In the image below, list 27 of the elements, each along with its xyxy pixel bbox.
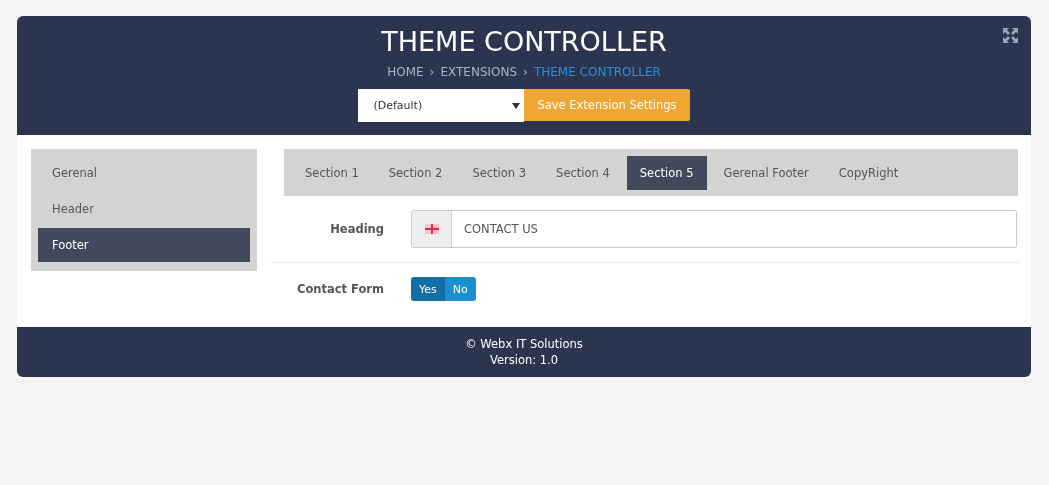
tab[interactable]: Section 4 [543,155,623,190]
toggle-option[interactable]: No [444,277,476,301]
tab[interactable]: CopyRight [825,155,912,190]
breadcrumb-link[interactable]: EXTENSIONS [440,65,518,79]
field-label: Heading [329,222,384,236]
tab[interactable]: Section 3 [459,155,540,190]
tab[interactable]: Gerenal Footer [710,155,822,190]
field-label: Contact Form [295,282,384,296]
tab[interactable]: Section 1 [292,155,372,190]
breadcrumb-link[interactable]: THEME CONTROLLER [533,65,661,79]
sidebar-item[interactable]: Footer [38,228,250,262]
tab[interactable]: Section 2 [375,155,456,190]
breadcrumb-link[interactable]: HOME [387,65,424,79]
sidebar-item[interactable]: Header [38,192,250,226]
page-title: THEME CONTROLLER [381,25,667,59]
theme-select[interactable]: (Default) [358,89,525,122]
heading-input[interactable]: CONTACT US [411,210,1017,248]
caret-icon [512,102,521,109]
toggle-option[interactable]: Yes [411,277,445,301]
fullscreen-icon[interactable] [1003,28,1018,43]
sidebar-item[interactable]: Gerenal [38,156,250,190]
flag-icon [424,224,439,234]
breadcrumb-separator: › [429,65,435,79]
tab[interactable]: Section 5 [626,155,707,190]
copyright-text: © Webx IT Solutions [465,336,583,352]
version-text: Version: 1.0 [489,352,559,368]
breadcrumb-separator: › [523,65,528,79]
